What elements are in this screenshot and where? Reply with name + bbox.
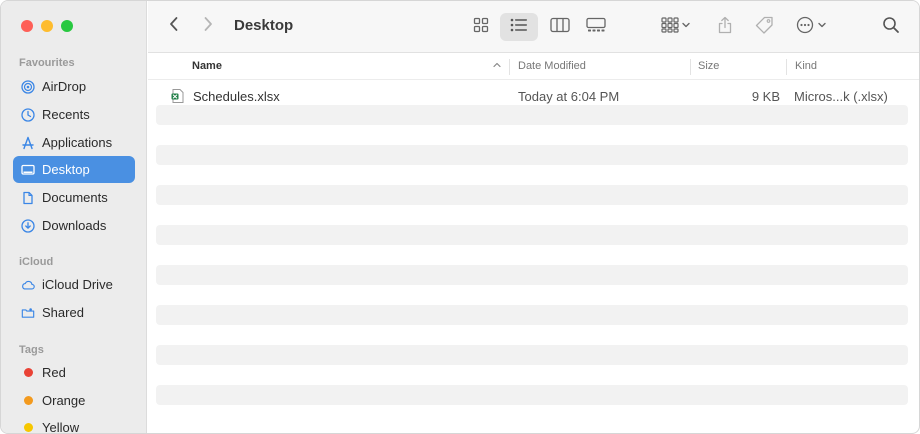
share-button[interactable] bbox=[712, 13, 738, 41]
file-kind: Micros...k (.xlsx) bbox=[794, 89, 888, 104]
sidebar-item-tag-yellow[interactable]: Yellow bbox=[13, 414, 135, 434]
toolbar: Desktop bbox=[148, 1, 919, 53]
finder-window: Favourites AirDrop Recents Applications … bbox=[0, 0, 920, 434]
chevron-left-icon bbox=[168, 16, 180, 37]
more-actions-button[interactable] bbox=[792, 13, 832, 41]
excel-file-icon bbox=[170, 88, 186, 107]
column-separator[interactable] bbox=[509, 59, 510, 75]
column-view-button[interactable] bbox=[544, 13, 576, 41]
sidebar-item-label: iCloud Drive bbox=[42, 277, 113, 292]
sidebar-item-label: Downloads bbox=[42, 218, 107, 233]
icon-view-button[interactable] bbox=[466, 13, 496, 41]
sidebar: Favourites AirDrop Recents Applications … bbox=[1, 1, 147, 434]
sidebar-item-desktop[interactable]: Desktop bbox=[13, 156, 135, 183]
sidebar-item-downloads[interactable]: Downloads bbox=[13, 212, 135, 239]
file-list-background bbox=[156, 83, 908, 425]
orange-tag-dot bbox=[24, 396, 33, 405]
column-size[interactable]: Size bbox=[698, 60, 719, 72]
sort-ascending-icon[interactable] bbox=[492, 60, 502, 73]
sidebar-item-label: Orange bbox=[42, 393, 86, 408]
file-name: Schedules.xlsx bbox=[193, 89, 280, 104]
sidebar-item-label: Red bbox=[42, 365, 66, 380]
sidebar-item-applications[interactable]: Applications bbox=[13, 129, 135, 156]
sidebar-item-documents[interactable]: Documents bbox=[13, 184, 135, 211]
column-kind[interactable]: Kind bbox=[795, 60, 817, 72]
share-icon bbox=[717, 16, 733, 39]
airdrop-icon bbox=[21, 79, 35, 94]
sidebar-item-tag-orange[interactable]: Orange bbox=[13, 387, 135, 414]
sidebar-item-label: Yellow bbox=[42, 420, 80, 434]
empty-row bbox=[156, 345, 908, 365]
search-button[interactable] bbox=[878, 13, 904, 41]
tag-icon bbox=[755, 16, 775, 39]
close-window-button[interactable] bbox=[21, 20, 33, 32]
forward-button[interactable] bbox=[197, 15, 219, 37]
yellow-tag-dot bbox=[24, 423, 33, 432]
cloud-icon bbox=[21, 278, 35, 292]
window-controls bbox=[21, 20, 73, 32]
gallery-view-icon bbox=[586, 17, 606, 38]
sidebar-item-tag-red[interactable]: Red bbox=[13, 359, 135, 386]
column-view-icon bbox=[550, 17, 570, 38]
column-header: Name Date Modified Size Kind bbox=[148, 54, 919, 80]
minimize-window-button[interactable] bbox=[41, 20, 53, 32]
red-tag-dot bbox=[24, 368, 33, 377]
icon-view-icon bbox=[473, 17, 489, 38]
file-date-modified: Today at 6:04 PM bbox=[518, 89, 620, 104]
column-date-modified[interactable]: Date Modified bbox=[518, 60, 586, 72]
more-icon bbox=[796, 16, 828, 39]
chevron-right-icon bbox=[202, 16, 214, 37]
column-name[interactable]: Name bbox=[192, 60, 222, 72]
file-size: 9 KB bbox=[751, 89, 780, 104]
applications-icon bbox=[21, 136, 35, 150]
sidebar-item-label: Desktop bbox=[42, 162, 90, 177]
shared-folder-icon bbox=[21, 306, 35, 320]
empty-row bbox=[156, 305, 908, 325]
clock-icon bbox=[21, 107, 35, 122]
zoom-window-button[interactable] bbox=[61, 20, 73, 32]
tag-button[interactable] bbox=[751, 13, 779, 41]
sidebar-item-label: AirDrop bbox=[42, 79, 87, 94]
search-icon bbox=[882, 16, 900, 39]
list-view-icon bbox=[510, 18, 528, 37]
list-view-button[interactable] bbox=[500, 13, 538, 41]
sidebar-section-tags: Tags bbox=[19, 344, 44, 356]
column-separator[interactable] bbox=[690, 59, 691, 75]
empty-row bbox=[156, 145, 908, 165]
column-separator[interactable] bbox=[786, 59, 787, 75]
sidebar-item-icloud-drive[interactable]: iCloud Drive bbox=[13, 271, 135, 298]
empty-row bbox=[156, 225, 908, 245]
table-row[interactable]: Schedules.xlsx Today at 6:04 PM 9 KB Mic… bbox=[156, 85, 908, 107]
sidebar-item-shared[interactable]: Shared bbox=[13, 299, 135, 326]
sidebar-section-favourites: Favourites bbox=[19, 57, 75, 69]
sidebar-item-label: Shared bbox=[42, 305, 84, 320]
gallery-view-button[interactable] bbox=[580, 13, 612, 41]
sidebar-item-label: Applications bbox=[42, 135, 113, 150]
document-icon bbox=[21, 191, 35, 205]
sidebar-section-icloud: iCloud bbox=[19, 256, 54, 268]
sidebar-item-label: Documents bbox=[42, 190, 108, 205]
sidebar-item-label: Recents bbox=[42, 107, 90, 122]
window-title: Desktop bbox=[234, 17, 294, 34]
download-icon bbox=[21, 218, 35, 233]
empty-row bbox=[156, 385, 908, 405]
group-button[interactable] bbox=[656, 13, 696, 41]
sidebar-item-recents[interactable]: Recents bbox=[13, 101, 135, 128]
group-icon bbox=[661, 16, 691, 38]
empty-row bbox=[156, 105, 908, 125]
empty-row bbox=[156, 185, 908, 205]
back-button[interactable] bbox=[163, 15, 185, 37]
empty-row bbox=[156, 265, 908, 285]
sidebar-item-airdrop[interactable]: AirDrop bbox=[13, 73, 135, 100]
desktop-icon bbox=[21, 163, 35, 177]
